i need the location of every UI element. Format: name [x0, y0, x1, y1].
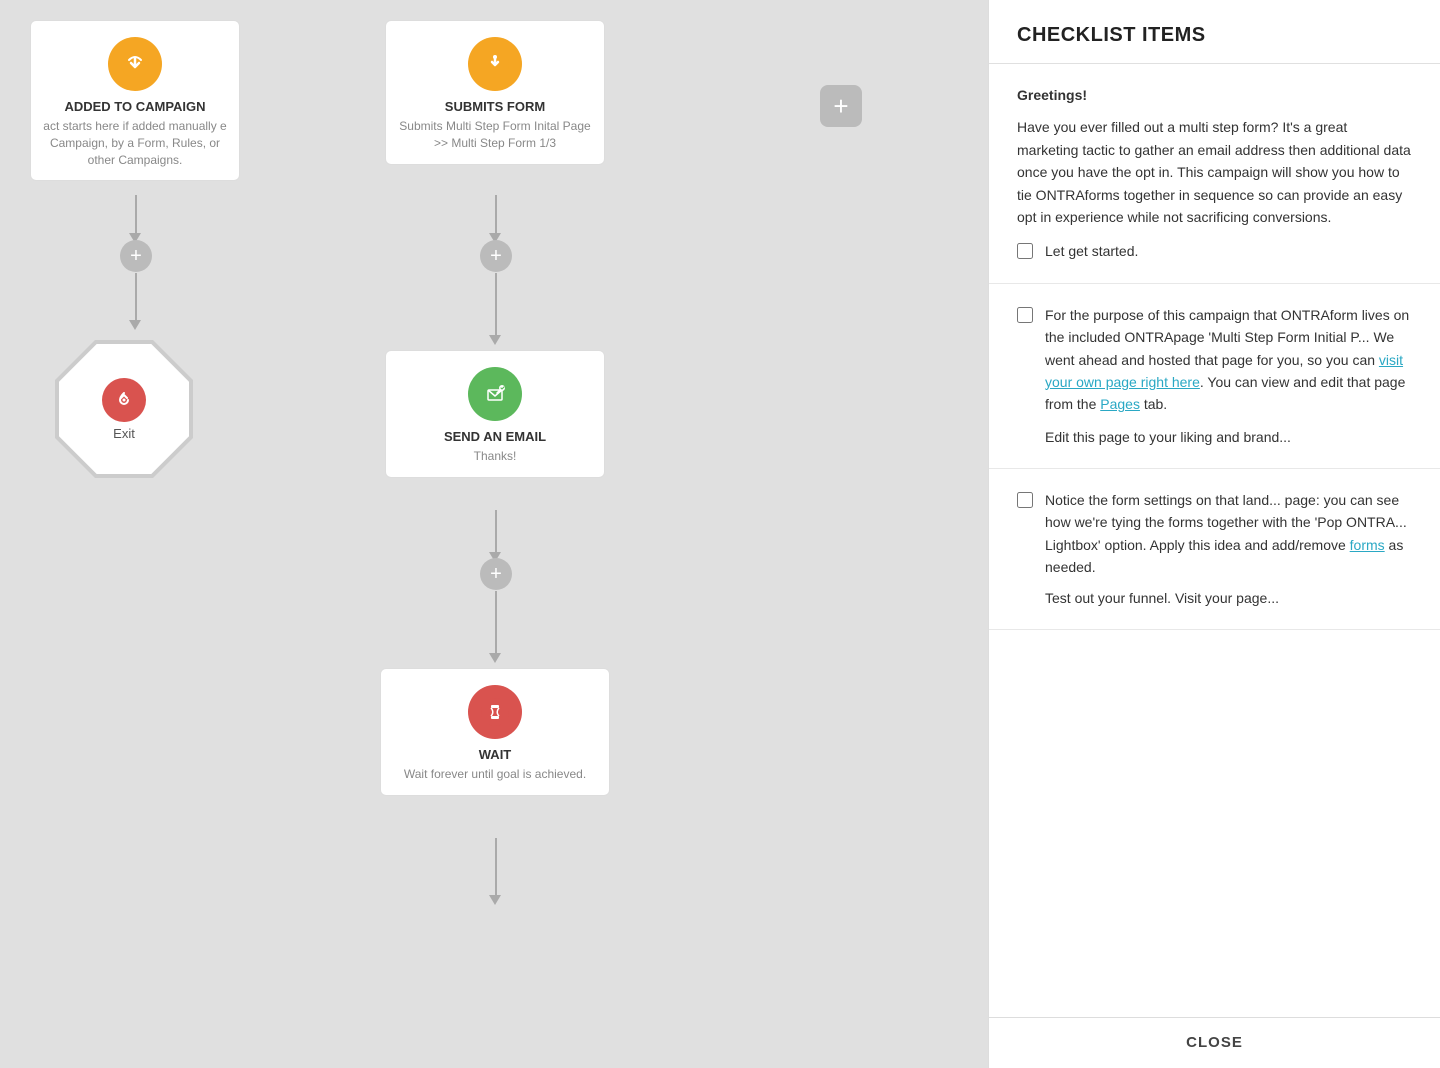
wait-icon	[468, 685, 522, 739]
checklist-item-1: Greetings! Have you ever filled out a mu…	[989, 64, 1440, 284]
item3-checkbox[interactable]	[1017, 492, 1033, 508]
add-button-1[interactable]: +	[120, 240, 152, 272]
item2-body: For the purpose of this campaign that ON…	[1045, 304, 1412, 448]
item1-para1: Have you ever filled out a multi step fo…	[1017, 116, 1412, 228]
item3-link1[interactable]: forms	[1350, 537, 1385, 553]
arrow-4	[495, 273, 497, 338]
item1-check-row: Let get started.	[1017, 240, 1412, 262]
add-button-2[interactable]: +	[480, 240, 512, 272]
send-email-title: SEND AN EMAIL	[398, 429, 592, 444]
item2-check-row: For the purpose of this campaign that ON…	[1017, 304, 1412, 448]
item3-check-row: Notice the form settings on that land...…	[1017, 489, 1412, 609]
item2-link1[interactable]: visit your own page right here	[1045, 352, 1403, 390]
add-button-large[interactable]: +	[820, 85, 862, 127]
checklist-footer: CLOSE	[989, 1017, 1440, 1068]
exit-icon	[102, 378, 146, 422]
item3-body: Notice the form settings on that land...…	[1045, 489, 1412, 609]
node-send-email[interactable]: SEND AN EMAIL Thanks!	[385, 350, 605, 478]
arrowhead-6	[489, 653, 501, 663]
arrow-3	[495, 195, 497, 235]
item2-checkbox[interactable]	[1017, 307, 1033, 323]
arrow-6	[495, 591, 497, 656]
arrow-7	[495, 838, 497, 898]
checklist-content: Greetings! Have you ever filled out a mu…	[989, 64, 1440, 1017]
campaign-canvas: ADDED TO CAMPAIGN act starts here if add…	[0, 0, 988, 1068]
added-to-campaign-title: ADDED TO CAMPAIGN	[43, 99, 227, 114]
item1-followup: Let get started.	[1045, 240, 1138, 262]
submits-form-icon	[468, 37, 522, 91]
checklist-item-3: Notice the form settings on that land...…	[989, 469, 1440, 630]
submits-form-title: Submits Form	[398, 99, 592, 114]
checklist-panel: CHECKLIST ITEMS Greetings! Have you ever…	[988, 0, 1440, 1068]
arrowhead-4	[489, 335, 501, 345]
item2-para2: Edit this page to your liking and brand.…	[1045, 426, 1412, 448]
item1-checkbox[interactable]	[1017, 243, 1033, 259]
item3-para1: Notice the form settings on that land...…	[1045, 489, 1412, 579]
checklist-header: CHECKLIST ITEMS	[989, 0, 1440, 64]
wait-subtitle: Wait forever until goal is achieved.	[393, 766, 597, 783]
added-to-campaign-subtitle: act starts here if added manually e Camp…	[43, 118, 227, 168]
checklist-item-2: For the purpose of this campaign that ON…	[989, 284, 1440, 469]
arrowhead-7	[489, 895, 501, 905]
submits-form-subtitle: Submits Multi Step Form Inital Page >> M…	[398, 118, 592, 152]
node-submits-form[interactable]: Submits Form Submits Multi Step Form Ini…	[385, 20, 605, 165]
send-email-icon	[468, 367, 522, 421]
add-button-3[interactable]: +	[480, 558, 512, 590]
item2-para1: For the purpose of this campaign that ON…	[1045, 304, 1412, 416]
exit-label: Exit	[113, 426, 135, 441]
node-added-to-campaign[interactable]: ADDED TO CAMPAIGN act starts here if add…	[30, 20, 240, 181]
arrowhead-2	[129, 320, 141, 330]
close-button[interactable]: CLOSE	[1186, 1034, 1243, 1051]
item3-para2: Test out your funnel. Visit your page...	[1045, 587, 1412, 609]
wait-title: WAIT	[393, 747, 597, 762]
added-to-campaign-icon	[108, 37, 162, 91]
node-exit[interactable]: Exit	[59, 344, 189, 474]
greeting-text: Greetings!	[1017, 84, 1412, 106]
arrow-2	[135, 273, 137, 323]
arrow-5	[495, 510, 497, 555]
checklist-title: CHECKLIST ITEMS	[1017, 24, 1412, 47]
node-wait[interactable]: WAIT Wait forever until goal is achieved…	[380, 668, 610, 796]
item2-link2[interactable]: Pages	[1100, 396, 1140, 412]
arrow-1	[135, 195, 137, 235]
send-email-subtitle: Thanks!	[398, 448, 592, 465]
